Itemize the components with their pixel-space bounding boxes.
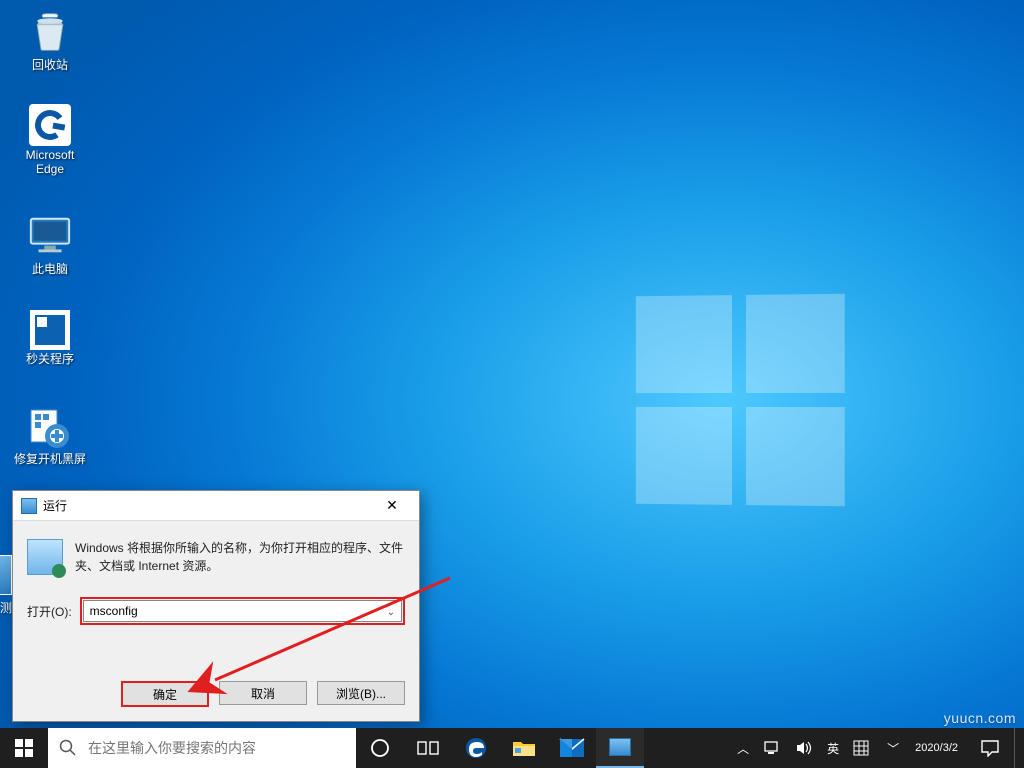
desktop-icon-edge[interactable]: Microsoft Edge <box>12 104 88 176</box>
run-titlebar[interactable]: 运行 ✕ <box>13 491 419 521</box>
start-button[interactable] <box>0 728 48 768</box>
tray-volume[interactable] <box>789 728 819 768</box>
run-program-icon <box>27 539 63 575</box>
edge-icon <box>29 104 71 146</box>
tray-ime-mode[interactable] <box>847 728 875 768</box>
desktop-icon-label: 回收站 <box>12 58 88 72</box>
open-label: 打开(O): <box>27 603 72 620</box>
edge-icon <box>464 736 488 760</box>
taskbar: ︿ 英 ﹀ 2020/3/2 <box>0 728 1024 768</box>
recycle-bin-icon <box>26 8 74 56</box>
close-button[interactable]: ✕ <box>369 491 415 521</box>
open-input[interactable] <box>83 600 402 622</box>
search-input[interactable] <box>88 729 356 767</box>
tray-network[interactable] <box>757 728 787 768</box>
run-title: 运行 <box>43 497 369 514</box>
task-view-icon <box>417 739 439 757</box>
chevron-down-icon[interactable]: ⌄ <box>383 603 399 621</box>
taskbar-app-run[interactable] <box>596 728 644 768</box>
run-icon <box>609 738 631 756</box>
browse-button[interactable]: 浏览(B)... <box>317 681 405 705</box>
volume-icon <box>795 740 813 756</box>
app-icon <box>0 555 12 595</box>
monitor-icon <box>26 212 74 260</box>
search-icon <box>48 739 88 757</box>
desktop-icon-shutdown-app[interactable]: 秒关程序 <box>12 310 88 366</box>
desktop-icon-this-pc[interactable]: 此电脑 <box>12 212 88 276</box>
taskbar-app-mail[interactable] <box>548 728 596 768</box>
ok-button[interactable]: 确定 <box>121 681 209 707</box>
windows-icon <box>15 739 33 757</box>
app-icon <box>30 310 70 350</box>
run-icon <box>21 498 37 514</box>
run-dialog: 运行 ✕ Windows 将根据你所输入的名称，为你打开相应的程序、文件夹、文档… <box>12 490 420 722</box>
wave-icon: ﹀ <box>887 740 895 757</box>
taskbar-app-explorer[interactable] <box>500 728 548 768</box>
chevron-up-icon: ︿ <box>737 740 749 757</box>
open-combobox[interactable]: ⌄ <box>80 597 405 625</box>
desktop-icon-label: 此电脑 <box>12 262 88 276</box>
cortana-icon <box>370 738 390 758</box>
desktop-icon-recycle-bin[interactable]: 回收站 <box>12 8 88 72</box>
desktop-icon-label: Microsoft Edge <box>12 148 88 176</box>
folder-icon <box>512 738 536 758</box>
tray-ime-lang[interactable]: 英 <box>821 728 845 768</box>
tray-overflow[interactable]: ︿ <box>731 728 755 768</box>
ime-icon <box>853 740 869 756</box>
tray-date: 2020/3/2 <box>915 741 958 755</box>
desktop-icon-label: 修复开机黑屏 <box>12 452 88 466</box>
desktop: 回收站 Microsoft Edge 此电脑 秒关程序 修复开机黑屏 测 运行 <box>0 0 1024 768</box>
tray-clock[interactable]: 2020/3/2 <box>907 741 966 755</box>
show-desktop-button[interactable] <box>1014 728 1020 768</box>
taskbar-app-edge[interactable] <box>452 728 500 768</box>
system-tray: ︿ 英 ﹀ 2020/3/2 <box>731 728 1024 768</box>
windows-logo-wallpaper <box>636 294 845 507</box>
desktop-icon-fix-blackscreen[interactable]: 修复开机黑屏 <box>12 408 88 466</box>
task-view-button[interactable] <box>404 728 452 768</box>
watermark: yuucn.com <box>944 710 1016 726</box>
run-description: Windows 将根据你所输入的名称，为你打开相应的程序、文件夹、文档或 Int… <box>75 539 405 575</box>
tray-notifications[interactable] <box>968 728 1012 768</box>
taskbar-search[interactable] <box>48 728 356 768</box>
cancel-button[interactable]: 取消 <box>219 681 307 705</box>
desktop-icon-label: 秒关程序 <box>12 352 88 366</box>
network-icon <box>763 740 781 756</box>
tray-ime-extra[interactable]: ﹀ <box>877 728 905 768</box>
desktop-icon-label: 测 <box>0 599 12 616</box>
app-icon <box>29 408 71 450</box>
notification-icon <box>980 739 1000 757</box>
cortana-button[interactable] <box>356 728 404 768</box>
desktop-icon-partial[interactable]: 测 <box>0 555 12 631</box>
mail-icon <box>559 738 585 758</box>
